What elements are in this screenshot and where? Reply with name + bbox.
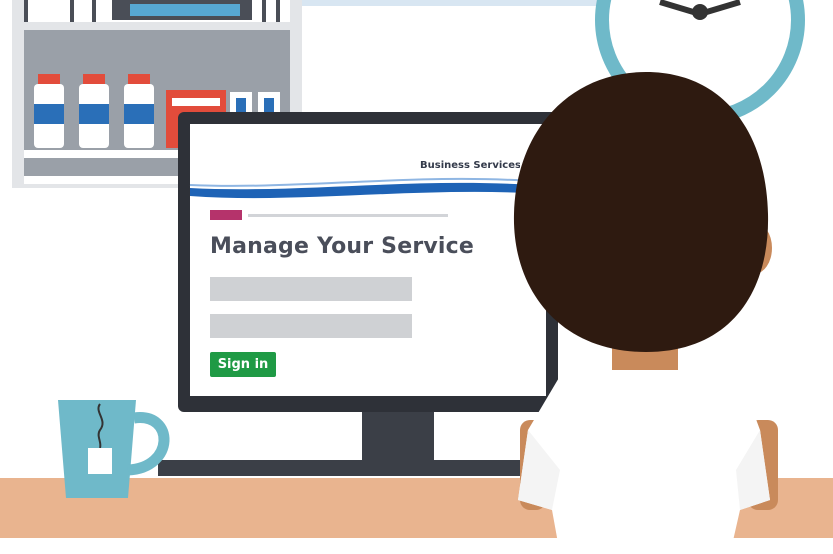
medicine-bottle-icon <box>34 74 64 148</box>
page-title: Manage Your Service <box>210 234 475 259</box>
background-illustration <box>0 0 833 554</box>
keyboard <box>158 460 528 476</box>
monitor-stand <box>362 404 434 460</box>
username-field[interactable] <box>210 277 412 301</box>
password-field[interactable] <box>210 314 412 338</box>
sign-in-button[interactable]: Sign in <box>210 352 276 377</box>
window-edge <box>300 0 600 6</box>
accent-bar <box>210 210 242 220</box>
illustration-scene: Business Services Manage Your Service Si… <box>0 0 833 554</box>
medicine-bottle-icon <box>124 74 154 148</box>
medicine-bottle-icon <box>79 74 109 148</box>
person <box>513 72 778 554</box>
brand-text: Business Services <box>420 160 520 171</box>
